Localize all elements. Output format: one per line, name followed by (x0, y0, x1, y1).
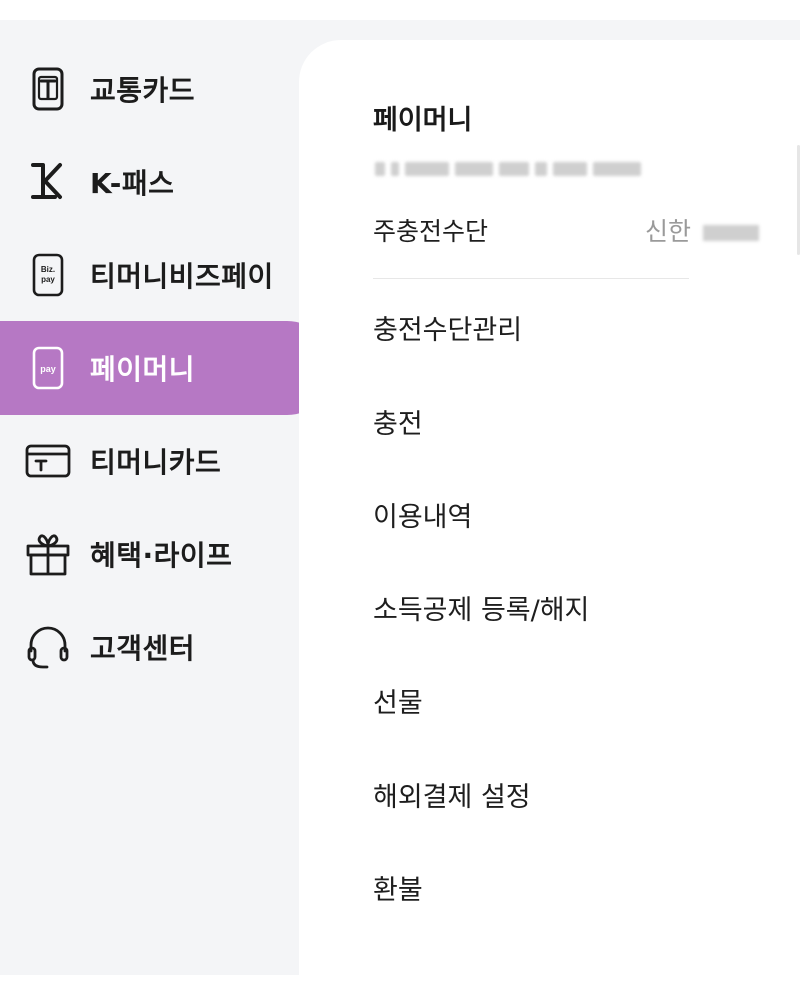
menu-item-manage-charge-methods[interactable]: 충전수단관리 (373, 308, 522, 347)
sidebar-item-benefits-life[interactable]: 혜택·라이프 (0, 507, 334, 601)
menu-item-usage-history[interactable]: 이용내역 (373, 495, 472, 534)
charge-method-row[interactable]: 주충전수단 신한 (373, 212, 763, 252)
transit-card-icon (24, 65, 72, 113)
svg-text:Biz.: Biz. (41, 265, 55, 274)
menu-item-gift[interactable]: 선물 (373, 681, 423, 720)
panel-title: 페이머니 (373, 105, 473, 136)
menu-item-overseas-payment[interactable]: 해외결제 설정 (373, 775, 531, 814)
sidebar-item-customer-center[interactable]: 고객센터 (0, 600, 334, 694)
sidebar-item-transit-card[interactable]: 교통카드 (0, 42, 334, 136)
sidebar-item-pay-money[interactable]: pay 페이머니 (0, 321, 334, 415)
sidebar-item-k-pass[interactable]: K-패스 (0, 135, 334, 229)
menu-item-refund[interactable]: 환불 (373, 868, 423, 907)
headset-icon (24, 623, 72, 671)
biz-pay-phone-icon: Biz. pay (24, 251, 72, 299)
sidebar-item-label: 티머니카드 (90, 446, 222, 479)
menu-item-income-deduction[interactable]: 소득공제 등록/해지 (373, 588, 589, 627)
sidebar-item-label: 고객센터 (90, 632, 196, 665)
masked-account-number (375, 158, 641, 180)
k-pass-icon (24, 158, 72, 206)
svg-text:pay: pay (41, 275, 55, 284)
sidebar-item-biz-pay[interactable]: Biz. pay 티머니비즈페이 (0, 228, 334, 322)
pay-money-panel: 페이머니 주충전수단 신한 충전수단관리 충전 이용내역 소득공제 등록/해지 … (299, 40, 800, 1000)
pay-phone-icon: pay (24, 344, 72, 392)
top-strip (0, 0, 800, 20)
sidebar-item-label: 교통카드 (90, 74, 196, 107)
sidebar-item-label: 티머니비즈페이 (90, 260, 274, 293)
gift-icon (24, 530, 72, 578)
charge-method-label: 주충전수단 (373, 217, 489, 246)
charge-method-bank: 신한 (645, 217, 692, 246)
charge-method-value: 신한 (645, 212, 760, 248)
tmoney-card-icon (24, 437, 72, 485)
sidebar-item-label: K-패스 (90, 167, 175, 200)
svg-text:pay: pay (40, 364, 56, 374)
sidebar-item-label: 혜택·라이프 (90, 539, 233, 572)
masked-card-name (703, 225, 760, 241)
divider (373, 278, 689, 279)
menu-item-charge[interactable]: 충전 (373, 402, 423, 441)
sidebar-item-tmoney-card[interactable]: 티머니카드 (0, 414, 334, 508)
sidebar-item-label: 페이머니 (90, 353, 196, 386)
